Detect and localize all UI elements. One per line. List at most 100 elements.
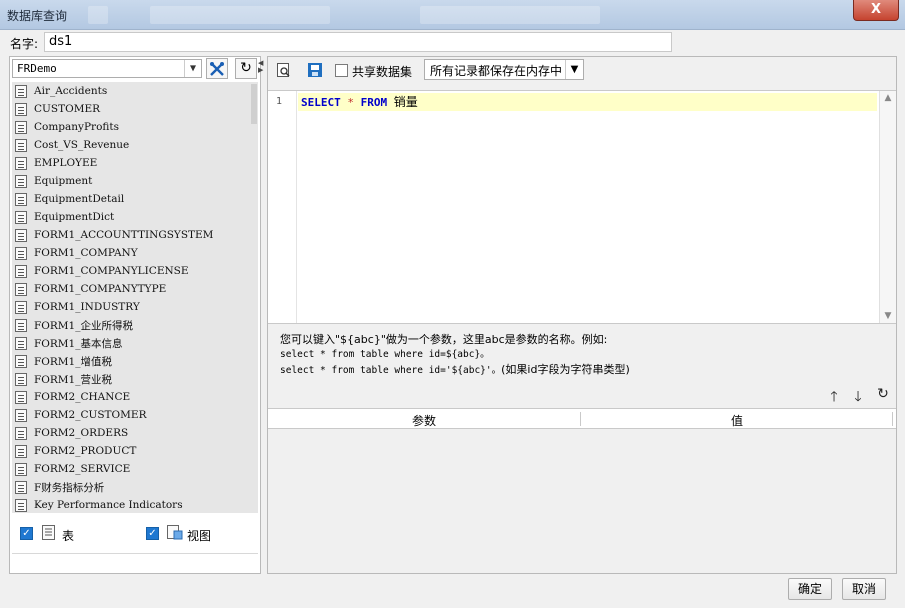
table-list-item[interactable]: FORM2_SERVICE xyxy=(12,460,258,478)
preview-icon[interactable] xyxy=(276,62,292,78)
table-list-item[interactable]: FORM2_CHANCE xyxy=(12,388,258,406)
collapse-handle[interactable]: ◀ ▶ xyxy=(258,60,263,74)
table-list-item[interactable]: FORM1_基本信息 xyxy=(12,334,258,352)
table-list-item[interactable]: FORM1_COMPANY xyxy=(12,244,258,262)
table-name: FORM1_企业所得税 xyxy=(34,319,133,332)
param-column-header[interactable]: 参数 xyxy=(268,412,580,429)
table-icon xyxy=(15,354,27,368)
table-list-item[interactable]: FORM1_INDUSTRY xyxy=(12,298,258,316)
tools-icon xyxy=(210,62,224,76)
title-bar: 数据库查询 X xyxy=(0,0,905,30)
table-name: EquipmentDetail xyxy=(34,193,125,205)
table-name: FORM1_基本信息 xyxy=(34,337,123,350)
share-dataset-label: 共享数据集 xyxy=(352,65,413,79)
sql-editor[interactable]: 1 SELECT * FROM 销量 ▲ ▼ xyxy=(268,90,896,324)
table-list-item[interactable]: CUSTOMER xyxy=(12,100,258,118)
sql-keyword-from: FROM xyxy=(360,96,388,109)
table-list-item[interactable]: CompanyProfits xyxy=(12,118,258,136)
table-list-item[interactable]: FORM2_ORDERS xyxy=(12,424,258,442)
sql-code[interactable]: SELECT * FROM 销量 xyxy=(301,94,418,111)
table-list-item[interactable]: FORM1_ACCOUNTTINGSYSTEM xyxy=(12,226,258,244)
connection-settings-button[interactable] xyxy=(206,58,228,79)
table-name: FORM2_CHANCE xyxy=(34,391,131,403)
background-ghost xyxy=(150,6,330,24)
view-filter-checkbox[interactable]: ✓ xyxy=(146,527,159,540)
background-ghost xyxy=(88,6,108,24)
table-icon xyxy=(15,102,27,116)
close-button[interactable]: X xyxy=(853,0,899,21)
table-name: FORM1_COMPANYLICENSE xyxy=(34,265,189,277)
background-ghost xyxy=(420,6,600,24)
table-icon xyxy=(15,174,27,188)
editor-scrollbar[interactable]: ▲ ▼ xyxy=(879,91,896,323)
table-name: FORM1_INDUSTRY xyxy=(34,301,140,313)
table-icon xyxy=(15,480,27,494)
hint-line-1: 您可以键入"${abc}"做为一个参数，这里abc是参数的名称。例如: xyxy=(280,333,608,346)
table-list-item[interactable]: Key Performance Indicators xyxy=(12,496,258,513)
table-icon xyxy=(15,246,27,260)
table-list-item[interactable]: EMPLOYEE xyxy=(12,154,258,172)
table-name: FORM2_SERVICE xyxy=(34,463,131,475)
table-list-item[interactable]: F财务指标分析 xyxy=(12,478,258,496)
refresh-icon: ↻ xyxy=(240,60,252,76)
window-title: 数据库查询 xyxy=(7,9,68,23)
table-name: FORM1_COMPANYTYPE xyxy=(34,283,167,295)
view-icon xyxy=(167,525,183,540)
line-number-gutter: 1 xyxy=(268,91,297,323)
table-filter-checkbox[interactable]: ✓ xyxy=(20,527,33,540)
table-icon xyxy=(15,210,27,224)
table-list-item[interactable]: Equipment xyxy=(12,172,258,190)
table-name: FORM2_PRODUCT xyxy=(34,445,137,457)
table-list-item[interactable]: EquipmentDict xyxy=(12,208,258,226)
object-type-filters: ✓ 表 ✓ 视图 xyxy=(12,520,258,546)
table-icon xyxy=(15,462,27,476)
chevron-down-icon[interactable]: ▼ xyxy=(184,60,201,77)
storage-mode-select[interactable]: 所有记录都保存在内存中 ▼ xyxy=(424,59,584,80)
sql-star: * xyxy=(347,96,354,109)
table-filter-label: 表 xyxy=(62,529,75,543)
table-list-item[interactable]: FORM1_增值税 xyxy=(12,352,258,370)
save-query-icon[interactable] xyxy=(307,62,323,78)
name-input[interactable]: ds1 xyxy=(44,32,672,52)
sql-keyword-select: SELECT xyxy=(301,96,341,109)
table-list-item[interactable]: FORM2_CUSTOMER xyxy=(12,406,258,424)
cancel-button[interactable]: 取消 xyxy=(842,578,886,600)
table-icon xyxy=(15,318,27,332)
line-number: 1 xyxy=(276,96,283,107)
table-icon xyxy=(15,264,27,278)
query-panel: 共享数据集 所有记录都保存在内存中 ▼ 1 SELECT * FROM 销量 ▲… xyxy=(267,56,897,574)
chevron-down-icon[interactable]: ▼ xyxy=(565,60,583,79)
ok-button[interactable]: 确定 xyxy=(788,578,832,600)
table-list-item[interactable]: FORM2_PRODUCT xyxy=(12,442,258,460)
move-up-icon[interactable]: 🡑 xyxy=(826,386,842,410)
value-column-header[interactable]: 值 xyxy=(581,412,893,429)
table-list-item[interactable]: FORM1_企业所得税 xyxy=(12,316,258,334)
table-list-item[interactable]: Cost_VS_Revenue xyxy=(12,136,258,154)
table-name: Air_Accidents xyxy=(34,85,108,97)
table-name: FORM1_ACCOUNTTINGSYSTEM xyxy=(34,229,214,241)
move-down-icon[interactable]: 🡓 xyxy=(850,386,866,410)
table-name: FORM2_CUSTOMER xyxy=(34,409,147,421)
table-icon xyxy=(15,282,27,296)
refresh-button[interactable]: ↻ xyxy=(235,58,257,79)
table-list-item[interactable]: FORM1_COMPANYTYPE xyxy=(12,280,258,298)
table-icon xyxy=(15,300,27,314)
table-list-item[interactable]: EquipmentDetail xyxy=(12,190,258,208)
table-list-item[interactable]: FORM1_营业税 xyxy=(12,370,258,388)
storage-mode-value: 所有记录都保存在内存中 xyxy=(430,64,563,78)
parameters-table: 参数 值 xyxy=(268,408,896,573)
table-name: EquipmentDict xyxy=(34,211,115,223)
table-search-input[interactable] xyxy=(12,553,258,571)
parameter-hint: 您可以键入"${abc}"做为一个参数，这里abc是参数的名称。例如: sele… xyxy=(280,332,630,378)
table-name: FORM2_ORDERS xyxy=(34,427,129,439)
table-name: FORM1_增值税 xyxy=(34,355,112,368)
table-list-scrollbar[interactable] xyxy=(250,82,258,513)
table-list-item[interactable]: Air_Accidents xyxy=(12,82,258,100)
table-list-item[interactable]: FORM1_COMPANYLICENSE xyxy=(12,262,258,280)
hint-line-3-code: select * from table where id='${abc}'。 xyxy=(280,365,502,376)
table-name: FORM1_营业税 xyxy=(34,373,112,386)
database-select[interactable]: FRDemo ▼ xyxy=(12,59,202,78)
table-icon xyxy=(15,336,27,350)
refresh-params-icon[interactable]: ↻ xyxy=(875,386,891,402)
share-dataset-checkbox[interactable] xyxy=(335,64,348,77)
